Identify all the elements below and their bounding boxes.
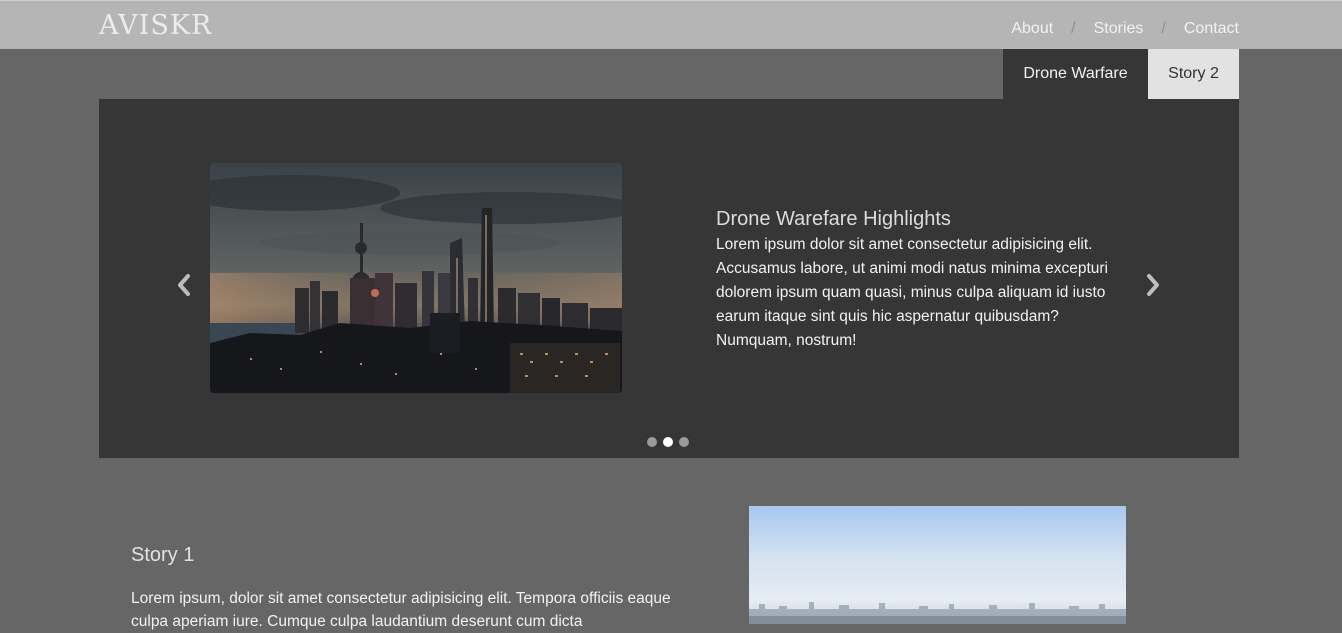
carousel-description: Lorem ipsum dolor sit amet consectetur a… bbox=[716, 236, 1108, 349]
tab-drone-warfare[interactable]: Drone Warfare bbox=[1003, 49, 1148, 99]
nav-separator: / bbox=[1071, 20, 1076, 37]
chevron-left-icon[interactable] bbox=[172, 271, 196, 299]
brand-logo[interactable]: AVISKR bbox=[99, 10, 212, 41]
story-title: Story 1 bbox=[131, 544, 195, 566]
nav-link-about[interactable]: About bbox=[1011, 20, 1053, 38]
tab-story-2[interactable]: Story 2 bbox=[1148, 49, 1239, 99]
city-skyline-image bbox=[210, 163, 622, 393]
main-nav: About / Stories / Contact bbox=[1011, 20, 1239, 38]
nav-link-contact[interactable]: Contact bbox=[1184, 20, 1239, 38]
carousel-indicators bbox=[647, 437, 689, 447]
hazy-city-image bbox=[749, 506, 1126, 624]
nav-link-stories[interactable]: Stories bbox=[1094, 20, 1144, 38]
highlights-carousel: Drone Warefare Highlights Lorem ipsum do… bbox=[99, 99, 1239, 458]
carousel-dot-2[interactable] bbox=[663, 437, 673, 447]
chevron-right-icon[interactable] bbox=[1141, 271, 1165, 299]
carousel-dot-1[interactable] bbox=[647, 437, 657, 447]
nav-separator: / bbox=[1161, 20, 1166, 37]
carousel-title: Drone Warefare Highlights bbox=[716, 208, 951, 230]
story-tabs: Drone Warfare Story 2 bbox=[1003, 49, 1239, 99]
top-navbar: AVISKR About / Stories / Contact bbox=[0, 0, 1342, 49]
carousel-dot-3[interactable] bbox=[679, 437, 689, 447]
story-text: Lorem ipsum, dolor sit amet consectetur … bbox=[131, 590, 671, 630]
